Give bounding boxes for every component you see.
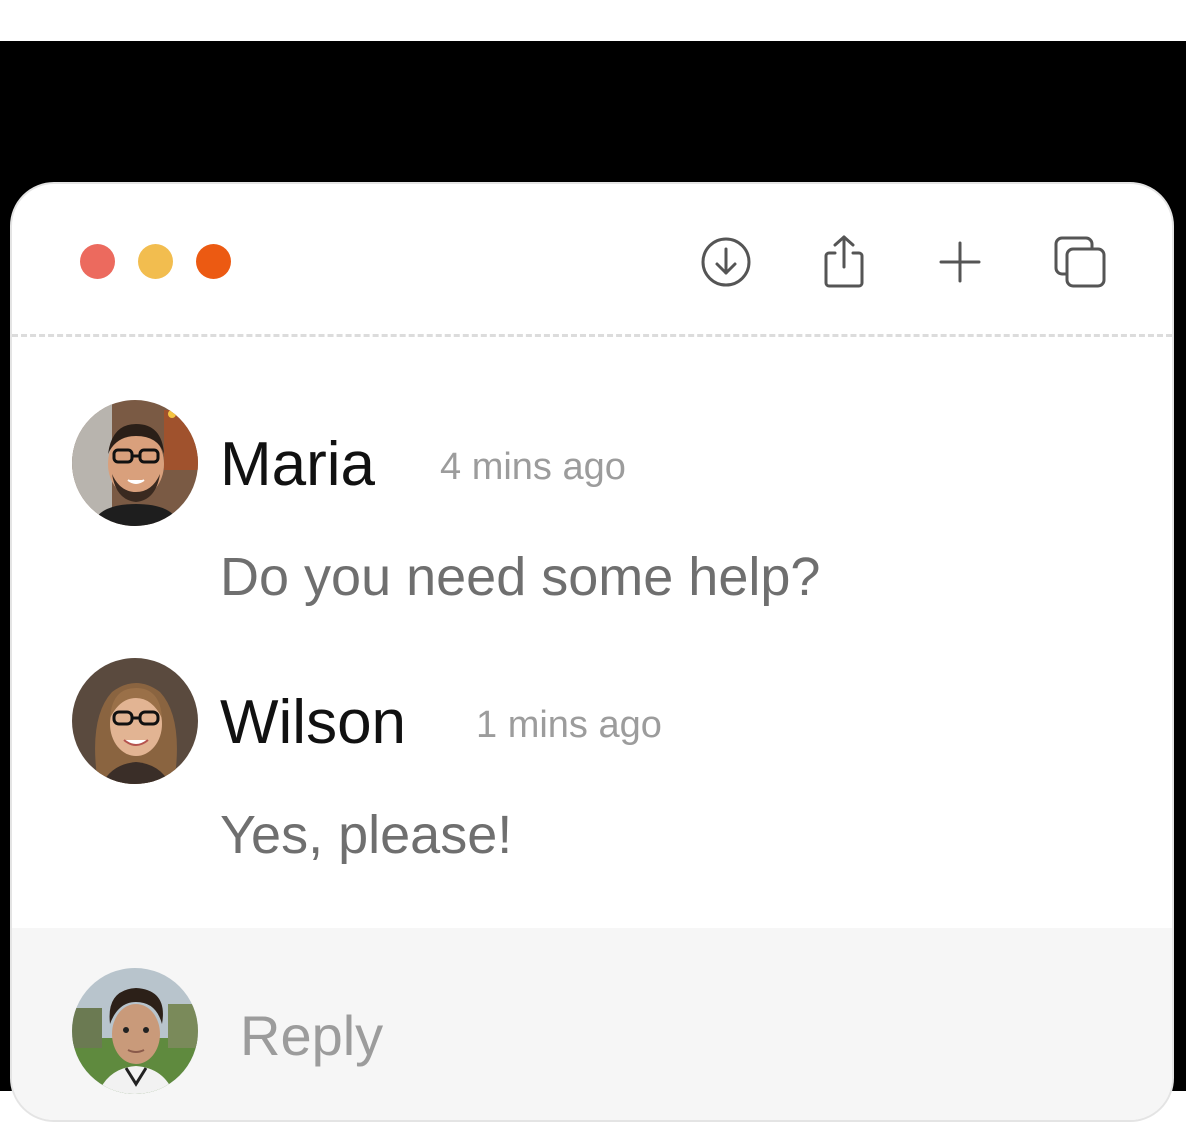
add-button[interactable] xyxy=(930,232,990,292)
comment-text: Yes, please! xyxy=(220,805,513,865)
avatar-woman-glasses-icon xyxy=(72,658,198,784)
duplicate-icon xyxy=(1052,234,1108,290)
window-titlebar xyxy=(12,184,1172,336)
duplicate-button[interactable] xyxy=(1050,232,1110,292)
download-icon xyxy=(700,236,752,288)
reply-composer xyxy=(12,928,1172,1120)
avatar[interactable] xyxy=(72,658,198,784)
comment-timestamp: 4 mins ago xyxy=(440,446,626,488)
reply-input[interactable] xyxy=(240,1000,940,1070)
avatar-man-glasses-icon xyxy=(72,400,198,526)
close-window-button[interactable] xyxy=(80,244,115,279)
avatar[interactable] xyxy=(72,400,198,526)
minimize-window-button[interactable] xyxy=(138,244,173,279)
share-icon xyxy=(820,233,868,291)
maximize-window-button[interactable] xyxy=(196,244,231,279)
plus-icon xyxy=(938,240,982,284)
comment-author: Maria xyxy=(220,430,376,499)
comment-timestamp: 1 mins ago xyxy=(476,704,662,746)
comments-window: Maria 4 mins ago Do you need some help? … xyxy=(10,182,1174,1122)
avatar[interactable] xyxy=(72,968,198,1094)
comment-text: Do you need some help? xyxy=(220,547,821,607)
avatar-young-man-icon xyxy=(72,968,198,1094)
titlebar-divider xyxy=(12,334,1172,337)
comment-author: Wilson xyxy=(220,688,407,757)
download-button[interactable] xyxy=(696,232,756,292)
share-button[interactable] xyxy=(814,232,874,292)
